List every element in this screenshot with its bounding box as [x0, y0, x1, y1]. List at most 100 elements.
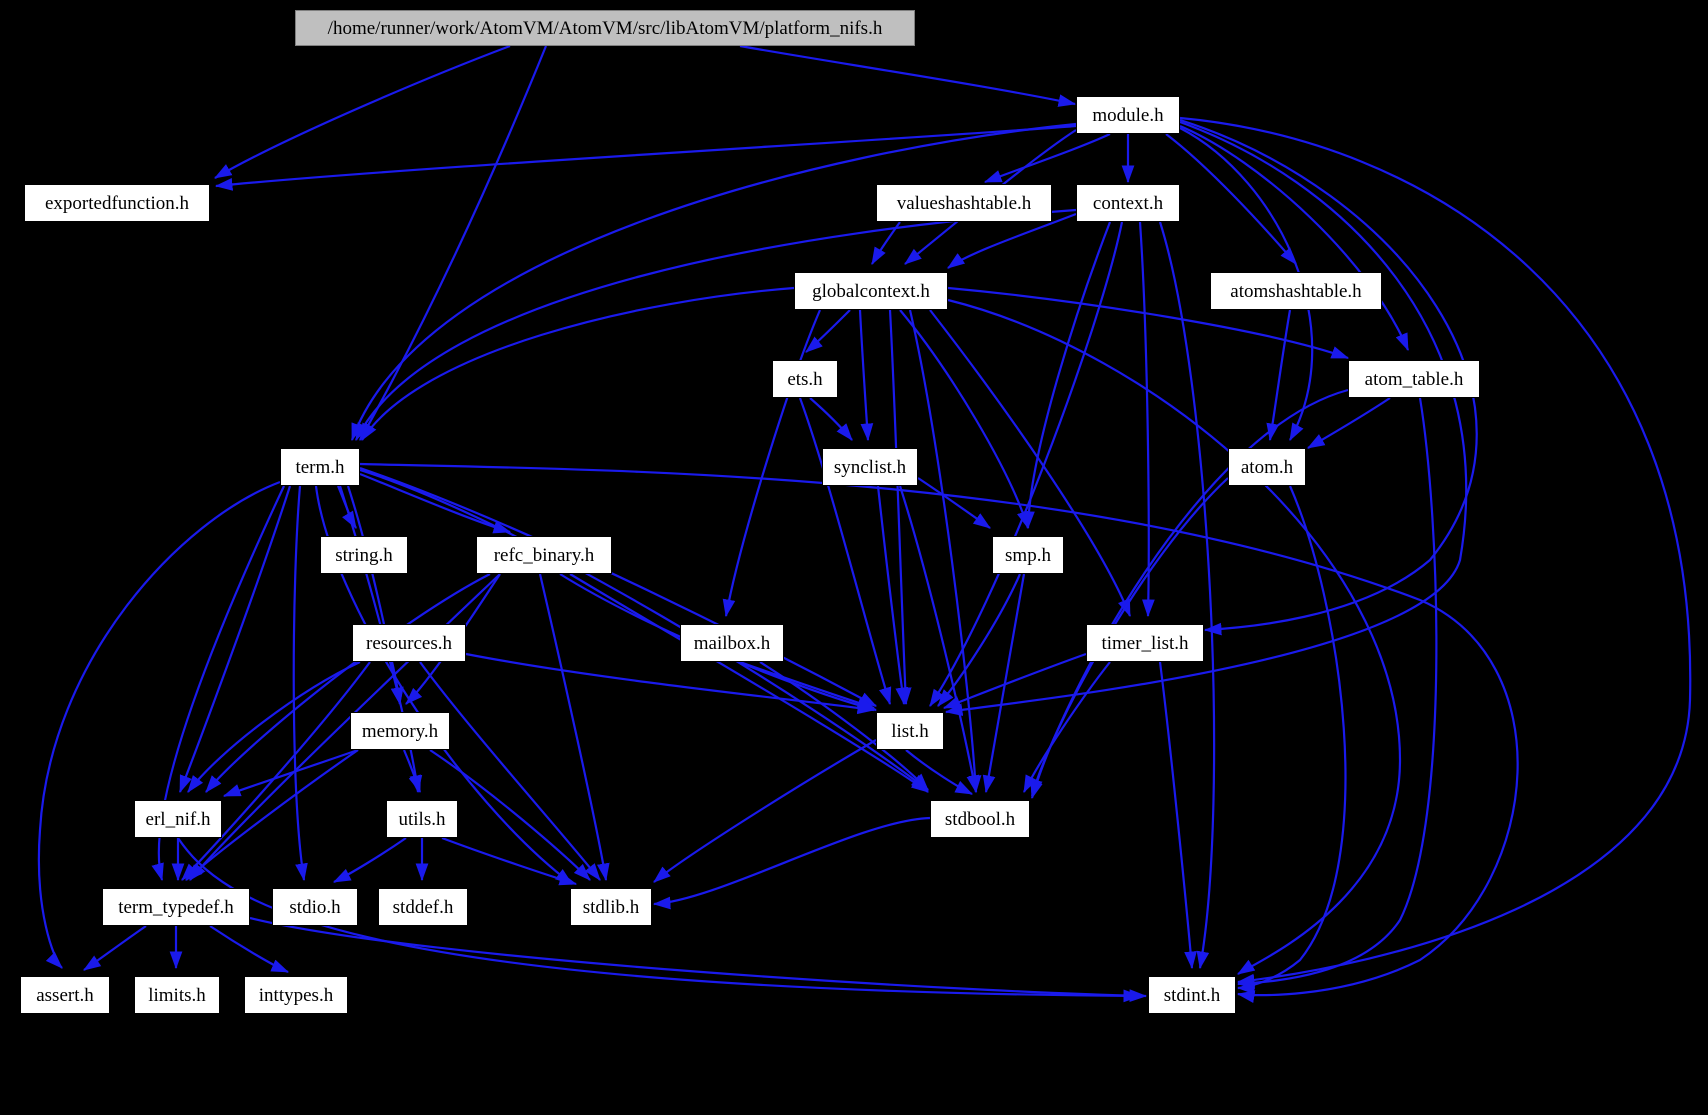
node-atom_table[interactable]: atom_table.h [1348, 360, 1480, 398]
node-term[interactable]: term.h [280, 448, 360, 486]
node-label-timer_list: timer_list.h [1101, 632, 1189, 654]
node-stdint[interactable]: stdint.h [1148, 976, 1236, 1014]
node-label-resources: resources.h [366, 632, 452, 654]
edge-term_typedef-to-inttypes [209, 925, 290, 974]
node-list[interactable]: list.h [876, 712, 944, 750]
node-ets[interactable]: ets.h [772, 360, 838, 398]
node-label-synclist: synclist.h [833, 456, 907, 478]
node-inttypes[interactable]: inttypes.h [244, 976, 348, 1014]
node-label-atomshashtable: atomshashtable.h [1230, 280, 1362, 302]
node-label-smp: smp.h [1005, 544, 1051, 566]
node-label-inttypes: inttypes.h [258, 984, 334, 1006]
edge-stdbool-to-stdlib [652, 816, 931, 910]
edge-resources-to-stdlib [419, 661, 601, 881]
edge-ets-to-list [798, 397, 892, 706]
node-synclist[interactable]: synclist.h [822, 448, 918, 486]
node-label-ets: ets.h [787, 368, 823, 390]
node-label-term: term.h [295, 456, 345, 478]
node-label-stddef: stddef.h [392, 896, 454, 918]
edge-synclist-to-smp [917, 477, 991, 529]
node-context[interactable]: context.h [1076, 184, 1180, 222]
edge-timer_list-to-stdbool [1023, 661, 1111, 793]
node-label-refc_binary: refc_binary.h [493, 544, 595, 566]
edge-globalcontext-to-smp [899, 309, 1030, 530]
node-stddef[interactable]: stddef.h [378, 888, 468, 926]
node-erl_nif[interactable]: erl_nif.h [134, 800, 222, 838]
edge-context-to-smp [1022, 221, 1112, 530]
edge-term_typedef-to-stdint [249, 916, 1148, 1003]
node-label-limits: limits.h [148, 984, 206, 1006]
edge-platform_nifs-to-term [359, 45, 548, 441]
node-string[interactable]: string.h [320, 536, 408, 574]
node-resources[interactable]: resources.h [352, 624, 466, 662]
node-label-platform_nifs: /home/runner/work/AtomVM/AtomVM/src/libA… [327, 17, 883, 39]
node-exportedfunction[interactable]: exportedfunction.h [24, 184, 210, 222]
node-label-stdlib: stdlib.h [582, 896, 640, 918]
edge-term_typedef-to-assert [83, 925, 147, 971]
node-refc_binary[interactable]: refc_binary.h [476, 536, 612, 574]
node-label-stdint: stdint.h [1163, 984, 1221, 1006]
node-assert[interactable]: assert.h [20, 976, 110, 1014]
edge-term-to-stdio [292, 485, 308, 882]
node-label-utils: utils.h [398, 808, 446, 830]
edge-atomshashtable-to-atom [1266, 309, 1292, 442]
edge-list-to-stdlib [653, 739, 877, 883]
node-label-term_typedef: term_typedef.h [118, 896, 234, 918]
edge-ets-to-synclist [809, 397, 853, 441]
node-label-atom_table: atom_table.h [1364, 368, 1464, 390]
node-label-erl_nif: erl_nif.h [145, 808, 211, 830]
edge-term-to-list [359, 466, 877, 707]
edge-globalcontext-to-synclist [858, 309, 874, 442]
node-stdbool[interactable]: stdbool.h [930, 800, 1030, 838]
edge-globalcontext-to-ets [805, 309, 851, 353]
edge-context-to-globalcontext [947, 212, 1077, 269]
node-label-stdio: stdio.h [289, 896, 341, 918]
edge-resources-to-list [465, 652, 876, 715]
edge-smp-to-list [937, 573, 1022, 707]
node-atom[interactable]: atom.h [1228, 448, 1306, 486]
node-label-stdbool: stdbool.h [944, 808, 1016, 830]
node-label-string: string.h [335, 544, 393, 566]
edge-utils-to-stdio [333, 837, 407, 883]
node-stdlib[interactable]: stdlib.h [570, 888, 652, 926]
edges [37, 44, 1692, 1003]
node-label-exportedfunction: exportedfunction.h [44, 192, 190, 214]
node-label-memory: memory.h [361, 720, 439, 742]
edge-context-to-stdint [1158, 221, 1216, 970]
node-memory[interactable]: memory.h [350, 712, 450, 750]
node-label-list: list.h [891, 720, 929, 742]
edge-atom_table-to-atom [1307, 397, 1391, 449]
node-utils[interactable]: utils.h [386, 800, 458, 838]
edge-context-to-timer_list [1138, 221, 1155, 618]
node-globalcontext[interactable]: globalcontext.h [794, 272, 948, 310]
edge-utils-to-stdlib [441, 836, 578, 886]
node-mailbox[interactable]: mailbox.h [680, 624, 784, 662]
node-label-atom: atom.h [1240, 456, 1294, 478]
node-timer_list[interactable]: timer_list.h [1086, 624, 1204, 662]
node-atomshashtable[interactable]: atomshashtable.h [1210, 272, 1382, 310]
node-module[interactable]: module.h [1076, 96, 1180, 134]
node-limits[interactable]: limits.h [134, 976, 220, 1014]
edge-refc_binary-to-stdlib [538, 573, 610, 882]
edge-memory-to-erl_nif [222, 748, 359, 798]
edge-list-to-stdbool [905, 749, 973, 795]
edge-globalcontext-to-list [888, 309, 912, 706]
node-platform_nifs[interactable]: /home/runner/work/AtomVM/AtomVM/src/libA… [295, 10, 915, 46]
node-stdio[interactable]: stdio.h [272, 888, 358, 926]
node-label-valueshashtable: valueshashtable.h [896, 192, 1032, 214]
edge-module-to-valueshashtable [983, 133, 1111, 184]
node-label-assert: assert.h [36, 984, 94, 1006]
edge-layer [37, 44, 1692, 1003]
edge-module-to-exportedfunction [214, 124, 1077, 191]
edge-globalcontext-to-mailbox [722, 309, 822, 618]
node-label-globalcontext: globalcontext.h [812, 280, 930, 302]
node-valueshashtable[interactable]: valueshashtable.h [876, 184, 1052, 222]
edge-module-to-atom_table [1179, 124, 1410, 352]
edge-refc_binary-to-stdbool [569, 573, 929, 793]
node-label-module: module.h [1092, 104, 1164, 126]
node-term_typedef[interactable]: term_typedef.h [102, 888, 250, 926]
dependency-graph: /home/runner/work/AtomVM/AtomVM/src/libA… [0, 0, 1708, 1115]
node-smp[interactable]: smp.h [992, 536, 1064, 574]
edge-resources-to-term_typedef [181, 661, 371, 881]
edge-timer_list-to-stdint [1158, 661, 1197, 970]
